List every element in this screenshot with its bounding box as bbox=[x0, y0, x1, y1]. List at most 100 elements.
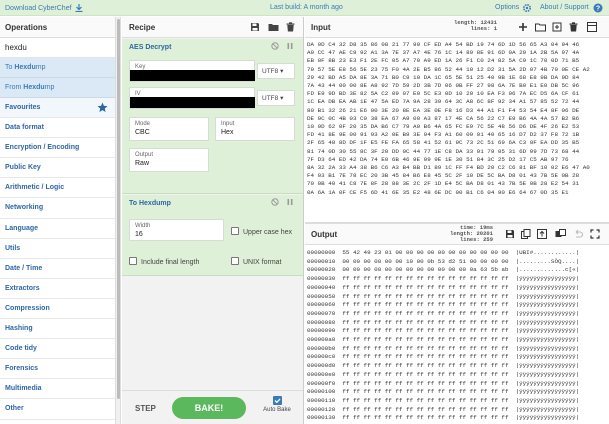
output-format-label: Output bbox=[135, 152, 154, 158]
svg-text:?: ? bbox=[596, 6, 600, 13]
category-compression[interactable]: Compression bbox=[0, 299, 115, 320]
last-build-text: Last build: A month ago bbox=[270, 4, 343, 11]
width-label: Width bbox=[135, 223, 151, 229]
options-link[interactable]: Options bbox=[495, 4, 519, 11]
operations-panel: Operations hexdu To Hexdump From Hexdump… bbox=[0, 17, 116, 424]
trash-icon[interactable] bbox=[286, 22, 295, 32]
switch-icon[interactable] bbox=[555, 229, 566, 239]
category-forensics[interactable]: Forensics bbox=[0, 359, 115, 380]
checkbox-checked-icon[interactable] bbox=[272, 396, 282, 405]
checkbox-box[interactable] bbox=[231, 227, 239, 235]
include-final-length-checkbox[interactable]: Include final length bbox=[129, 257, 199, 266]
input-panel: Input length: 12431 lines: 1 DA 0D C4 32… bbox=[305, 17, 609, 237]
operations-title: Operations bbox=[0, 17, 115, 38]
output-format-value: Raw bbox=[135, 160, 150, 167]
operations-scrollbar[interactable] bbox=[116, 17, 121, 424]
category-language[interactable]: Language bbox=[0, 219, 115, 239]
category-hashing[interactable]: Hashing bbox=[0, 319, 115, 340]
open-file-icon[interactable] bbox=[552, 22, 562, 32]
input-header: Input length: 12431 lines: 1 bbox=[305, 17, 609, 38]
caret-down-icon: ▾ bbox=[280, 68, 284, 75]
aes-decrypt-title: AES Decrypt bbox=[129, 44, 172, 51]
output-lines-value: 259 bbox=[483, 236, 493, 243]
recipe-title: Recipe bbox=[129, 23, 156, 32]
scrollbar-thumb[interactable] bbox=[117, 19, 120, 399]
category-data-format[interactable]: Data format bbox=[0, 118, 115, 139]
operations-search-input[interactable]: hexdu bbox=[0, 38, 115, 58]
mode-label: Mode bbox=[135, 121, 151, 127]
output-stats: time: 19ms length: 20201 lines: 259 bbox=[450, 224, 493, 243]
folder-icon[interactable] bbox=[268, 22, 279, 32]
iv-field[interactable]: IV bbox=[129, 87, 255, 109]
input-textarea[interactable]: DA 0D C4 32 D8 35 86 08 21 77 90 CF ED A… bbox=[307, 41, 607, 197]
bake-button[interactable]: BAKE! bbox=[172, 397, 246, 419]
category-extractors[interactable]: Extractors bbox=[0, 279, 115, 299]
gear-icon[interactable] bbox=[522, 3, 532, 13]
search-result-from-hexdump[interactable]: From Hexdump bbox=[0, 78, 115, 98]
input-lines-value: 1 bbox=[493, 25, 497, 32]
input-title: Input bbox=[311, 23, 331, 32]
category-utils[interactable]: Utils bbox=[0, 239, 115, 259]
top-bar: Download CyberChef Last build: A month a… bbox=[0, 0, 609, 16]
open-folder-icon[interactable] bbox=[535, 22, 546, 32]
download-label: Download CyberChef bbox=[5, 5, 72, 12]
disable-icon[interactable] bbox=[271, 42, 279, 50]
category-public-key[interactable]: Public Key bbox=[0, 158, 115, 179]
category-other[interactable]: Other bbox=[0, 399, 115, 420]
iv-redaction bbox=[130, 97, 255, 108]
checkbox-box[interactable] bbox=[231, 257, 239, 265]
star-icon bbox=[97, 102, 108, 113]
category-date-time[interactable]: Date / Time bbox=[0, 259, 115, 279]
category-multimedia[interactable]: Multimedia bbox=[0, 379, 115, 400]
key-encoding-dropdown[interactable]: UTF8 ▾ bbox=[257, 63, 295, 79]
download-link[interactable]: Download CyberChef bbox=[5, 4, 83, 13]
key-field[interactable]: Key bbox=[129, 60, 255, 82]
output-title: Output bbox=[311, 230, 338, 239]
iv-encoding-dropdown[interactable]: UTF8 ▾ bbox=[257, 90, 295, 106]
search-result-to-hexdump[interactable]: To Hexdump bbox=[0, 58, 115, 78]
key-redaction bbox=[130, 70, 255, 81]
category-encryption-encoding[interactable]: Encryption / Encoding bbox=[0, 138, 115, 159]
input-format-value: Hex bbox=[221, 129, 234, 136]
undo-icon[interactable] bbox=[573, 229, 583, 239]
delete-icon[interactable] bbox=[569, 22, 578, 32]
output-format-field[interactable]: Output Raw bbox=[129, 148, 209, 172]
auto-bake-label: Auto Bake bbox=[263, 407, 291, 413]
maximize-icon[interactable] bbox=[590, 229, 600, 239]
pause-icon[interactable] bbox=[286, 198, 294, 206]
width-field[interactable]: Width 16 bbox=[129, 219, 224, 241]
output-header: Output time: 19ms length: 20201 lines: 2… bbox=[305, 224, 609, 245]
download-icon bbox=[75, 4, 83, 13]
input-format-field[interactable]: Input Hex bbox=[215, 117, 295, 141]
step-button[interactable]: STEP bbox=[135, 404, 156, 413]
input-format-label: Input bbox=[221, 121, 235, 127]
copy-icon[interactable] bbox=[521, 229, 531, 239]
layout-icon[interactable] bbox=[587, 22, 597, 32]
help-icon[interactable]: ? bbox=[593, 3, 603, 13]
category-networking[interactable]: Networking bbox=[0, 198, 115, 219]
recipe-header: Recipe bbox=[122, 17, 303, 38]
save-output-icon[interactable] bbox=[505, 229, 515, 239]
upper-case-hex-checkbox[interactable]: Upper case hex bbox=[231, 227, 292, 236]
add-tab-icon[interactable] bbox=[518, 22, 528, 32]
checkbox-box[interactable] bbox=[129, 257, 137, 265]
pause-icon[interactable] bbox=[286, 42, 294, 50]
replace-input-icon[interactable] bbox=[537, 229, 547, 239]
disable-icon[interactable] bbox=[271, 198, 279, 206]
to-hexdump-title: To Hexdump bbox=[129, 200, 171, 207]
mode-field[interactable]: Mode CBC bbox=[129, 117, 209, 141]
unix-format-checkbox[interactable]: UNIX format bbox=[231, 257, 282, 266]
about-link[interactable]: About / Support bbox=[540, 4, 589, 11]
caret-down-icon: ▾ bbox=[280, 95, 284, 102]
mode-value: CBC bbox=[135, 129, 150, 136]
category-arithmetic-logic[interactable]: Arithmetic / Logic bbox=[0, 178, 115, 199]
auto-bake-toggle[interactable]: Auto Bake bbox=[257, 396, 297, 413]
aes-decrypt-operation: AES Decrypt Key UTF8 ▾ IV UTF8 ▾ Mode CB… bbox=[122, 39, 303, 194]
save-icon[interactable] bbox=[250, 22, 260, 32]
category-favourites[interactable]: Favourites bbox=[0, 98, 115, 119]
bake-bar: STEP BAKE! Auto Bake bbox=[122, 390, 303, 424]
width-value: 16 bbox=[135, 231, 143, 238]
output-textarea[interactable]: 00000000 55 42 49 23 01 00 00 00 00 00 0… bbox=[307, 249, 607, 424]
category-code-tidy[interactable]: Code tidy bbox=[0, 339, 115, 360]
output-panel: Output time: 19ms length: 20201 lines: 2… bbox=[305, 222, 609, 424]
